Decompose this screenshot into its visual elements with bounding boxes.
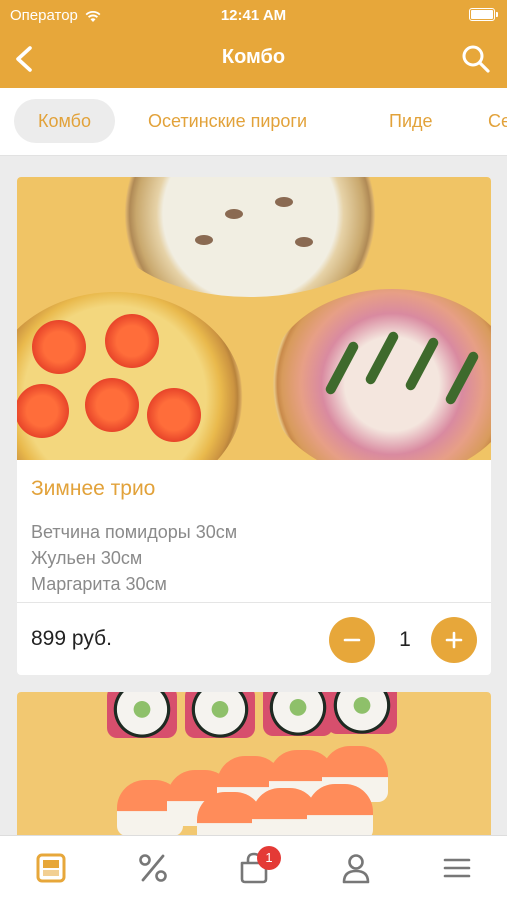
search-icon[interactable] — [459, 42, 493, 76]
product-image-sushi — [17, 692, 491, 842]
tab-combo[interactable]: Комбо — [14, 99, 115, 143]
cart-badge: 1 — [257, 846, 281, 870]
menu-icon[interactable] — [34, 851, 68, 885]
minus-icon — [343, 638, 361, 642]
pizza-ham-tomato-image — [267, 289, 491, 460]
product-card[interactable]: Зимнее трио Ветчина помидоры 30см Жульен… — [17, 177, 491, 675]
page-title: Комбо — [221, 46, 286, 68]
percent-icon[interactable] — [136, 851, 170, 885]
pizza-margarita-image — [17, 292, 243, 460]
profile-icon[interactable] — [339, 851, 373, 885]
nav-bar: Комбо — [0, 30, 507, 88]
decrease-quantity-button[interactable] — [329, 617, 375, 663]
product-description: Ветчина помидоры 30см Жульен 30см Маргар… — [31, 519, 477, 597]
description-line: Жульен 30см — [31, 548, 143, 568]
tab-pide[interactable]: Пиде — [365, 99, 457, 143]
pizza-julienne-image — [105, 177, 395, 297]
hamburger-icon[interactable] — [440, 851, 474, 885]
quantity-value: 1 — [399, 628, 411, 651]
product-image — [17, 177, 491, 460]
increase-quantity-button[interactable] — [431, 617, 477, 663]
divider — [17, 602, 491, 603]
product-card[interactable] — [17, 692, 491, 842]
status-bar: Оператор 12:41 AM — [0, 0, 507, 30]
product-price: 899 руб. — [31, 627, 112, 650]
tab-ossetian-pies[interactable]: Осетинские пироги — [124, 99, 331, 143]
description-line: Маргарита 30см — [31, 574, 167, 594]
bottom-tab-bar: 1 — [0, 835, 507, 900]
category-tabs: Комбо Осетинские пироги Пиде Се — [0, 88, 507, 156]
description-line: Ветчина помидоры 30см — [31, 522, 238, 542]
plus-icon — [445, 631, 463, 649]
product-title: Зимнее трио — [31, 477, 156, 500]
battery-icon — [469, 8, 498, 21]
tab-partial[interactable]: Се — [464, 99, 507, 143]
status-time: 12:41 AM — [220, 7, 287, 24]
